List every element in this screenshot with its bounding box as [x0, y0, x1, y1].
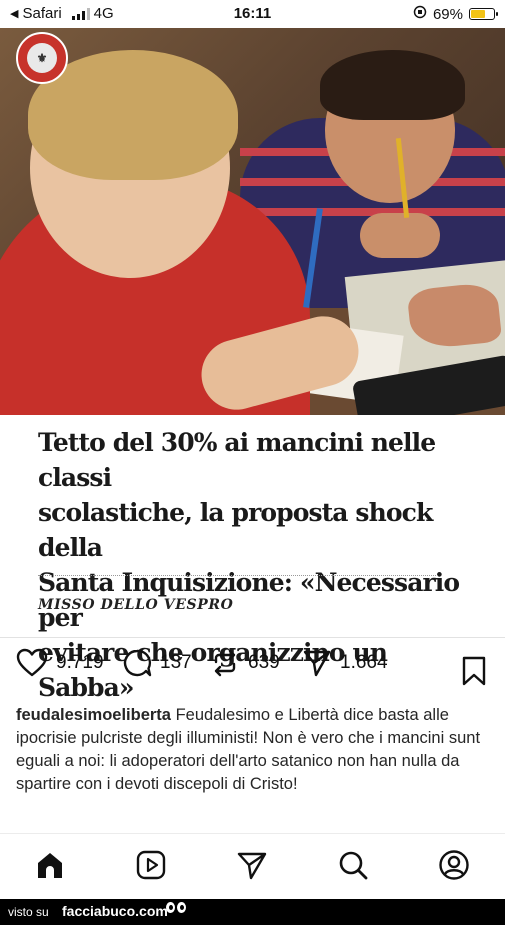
actions-row: 9.719 137 639 1.664 [0, 648, 505, 694]
repost-action[interactable]: 639 [210, 648, 280, 678]
status-right: 69% [413, 5, 498, 23]
share-count: 1.664 [340, 652, 388, 673]
post-photo[interactable]: ⚜ [0, 28, 505, 415]
status-bar: ◀ Safari 4G 16:11 69% [0, 0, 505, 28]
eyes-icon [166, 902, 186, 913]
footer-site: facciabuco.com [62, 903, 168, 919]
repost-count: 639 [248, 652, 280, 673]
knight-helmet-icon: ⚜ [36, 51, 48, 65]
heart-icon[interactable] [16, 648, 48, 678]
account-logo[interactable]: ⚜ [16, 32, 68, 84]
orientation-lock-icon [413, 5, 427, 23]
tab-profile[interactable] [437, 849, 471, 886]
like-action[interactable]: 9.719 [16, 648, 104, 678]
send-icon[interactable] [236, 849, 268, 886]
article-card[interactable]: Tetto del 30% ai mancini nelle classi sc… [0, 415, 505, 702]
send-icon[interactable] [302, 648, 332, 678]
comment-icon[interactable] [122, 648, 152, 678]
reels-icon[interactable] [135, 849, 167, 886]
tab-search[interactable] [336, 850, 370, 884]
battery-fill [471, 10, 485, 18]
profile-icon[interactable] [438, 849, 470, 886]
comment-action[interactable]: 137 [122, 648, 192, 678]
tab-reels[interactable] [134, 850, 168, 884]
footer-prefix: visto su [8, 905, 49, 919]
home-icon[interactable] [34, 849, 66, 886]
tab-home[interactable] [33, 850, 67, 884]
tab-messages[interactable] [235, 850, 269, 884]
watermark-footer: visto su facciabuco.com [0, 899, 505, 925]
divider [38, 575, 438, 576]
caption-username[interactable]: feudalesimoeliberta [16, 706, 171, 724]
tab-bar [0, 833, 505, 900]
battery-icon [469, 8, 498, 20]
post-caption: feudalesimoeliberta Feudalesimo e Libert… [16, 704, 494, 796]
share-action[interactable]: 1.664 [302, 648, 388, 678]
comment-count: 137 [160, 652, 192, 673]
bookmark-icon[interactable] [461, 656, 487, 691]
like-count: 9.719 [56, 652, 104, 673]
article-author: MISSO DELLO VESPRO [38, 597, 234, 613]
repost-icon[interactable] [210, 648, 240, 678]
battery-percent: 69% [432, 5, 463, 23]
search-icon[interactable] [337, 849, 369, 886]
